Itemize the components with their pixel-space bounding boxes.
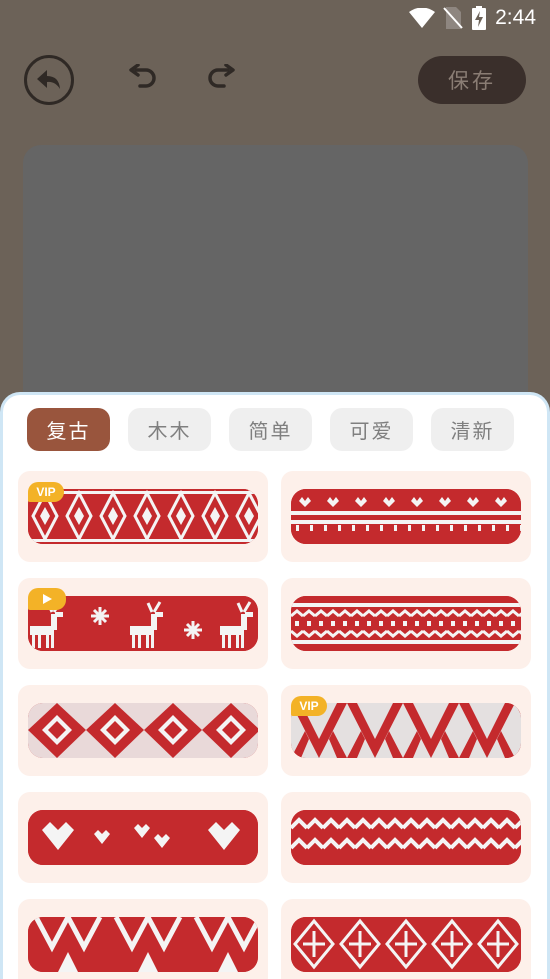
redo-button[interactable] bbox=[202, 63, 238, 96]
tab-simple[interactable]: 简单 bbox=[229, 408, 312, 451]
pattern-preview-hearts-knit bbox=[28, 810, 258, 865]
pattern-card-wave[interactable] bbox=[281, 792, 531, 883]
back-button[interactable] bbox=[24, 55, 74, 105]
status-bar: 2:44 bbox=[0, 0, 550, 38]
play-icon bbox=[43, 594, 52, 604]
pattern-card-star-diamond[interactable] bbox=[281, 899, 531, 979]
pattern-grid: VIP VIP bbox=[18, 471, 533, 979]
pattern-card-hearts-knit[interactable] bbox=[18, 792, 268, 883]
no-sim-icon bbox=[443, 7, 463, 29]
vip-badge: VIP bbox=[28, 482, 64, 502]
tab-cute[interactable]: 可爱 bbox=[330, 408, 413, 451]
pattern-card-zigzag[interactable]: VIP bbox=[281, 685, 531, 776]
category-tabs: 复古 木木 简单 可爱 清新 bbox=[27, 408, 514, 451]
status-icons: 2:44 bbox=[409, 6, 536, 30]
pattern-preview-triangle bbox=[28, 917, 258, 972]
pattern-card-triangle[interactable] bbox=[18, 899, 268, 979]
editor-toolbar: 保存 bbox=[0, 52, 550, 108]
battery-charging-icon bbox=[472, 6, 487, 30]
tab-wood[interactable]: 木木 bbox=[128, 408, 211, 451]
canvas-preview[interactable] bbox=[23, 145, 528, 415]
pattern-card-reindeer[interactable] bbox=[18, 578, 268, 669]
pattern-preview-diamond bbox=[28, 703, 258, 758]
save-button[interactable]: 保存 bbox=[418, 56, 526, 104]
pattern-card-heart[interactable] bbox=[281, 471, 531, 562]
redo-icon bbox=[208, 63, 235, 88]
pattern-card-diamond[interactable] bbox=[18, 685, 268, 776]
undo-button[interactable] bbox=[126, 63, 162, 96]
pattern-preview-wave bbox=[291, 810, 521, 865]
tab-retro[interactable]: 复古 bbox=[27, 408, 110, 451]
pattern-panel: 复古 木木 简单 可爱 清新 VIP VIP bbox=[0, 392, 550, 979]
video-ad-badge bbox=[28, 588, 66, 610]
status-time: 2:44 bbox=[495, 6, 536, 29]
pattern-preview-heart bbox=[291, 489, 521, 544]
pattern-card-stripes[interactable] bbox=[281, 578, 531, 669]
pattern-preview-stripes bbox=[291, 596, 521, 651]
vip-badge: VIP bbox=[291, 696, 327, 716]
wifi-icon bbox=[409, 8, 436, 28]
pattern-card-snowflake[interactable]: VIP bbox=[18, 471, 268, 562]
tab-fresh[interactable]: 清新 bbox=[431, 408, 514, 451]
back-arrow-icon bbox=[37, 70, 60, 89]
undo-icon bbox=[129, 63, 156, 88]
pattern-preview-star-diamond bbox=[291, 917, 521, 972]
